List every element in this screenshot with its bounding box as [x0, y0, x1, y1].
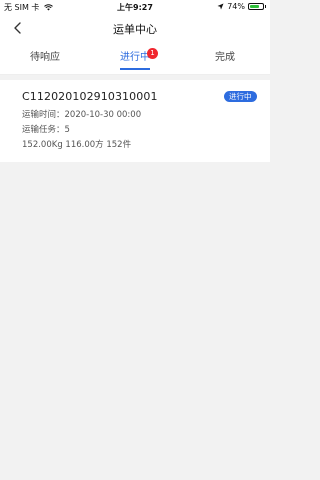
order-card[interactable]: C112020102910310001 进行中 运输时间：2020-10-30 …: [0, 80, 270, 162]
tab-pending[interactable]: 待响应: [0, 42, 90, 74]
location-arrow-icon: [217, 3, 224, 10]
tab-label: 待响应: [30, 52, 60, 63]
nav-bar: 运单中心: [0, 14, 270, 42]
status-right: 74%: [217, 2, 266, 11]
tab-label: 进行中: [120, 52, 150, 63]
tab-bar: 待响应 进行中 1 完成: [0, 42, 270, 75]
order-id: C112020102910310001: [22, 90, 158, 103]
transport-time: 运输时间：2020-10-30 00:00: [22, 110, 142, 120]
status-bar: 无 SIM 卡 上午9:27 74%: [0, 0, 270, 14]
tab-in-progress[interactable]: 进行中 1: [90, 42, 180, 74]
notification-badge: 1: [147, 48, 158, 59]
transport-tasks: 运输任务：5: [22, 125, 70, 135]
tab-completed[interactable]: 完成: [180, 42, 270, 74]
battery-cap: [265, 5, 266, 8]
tab-label: 完成: [215, 52, 235, 63]
page-title: 运单中心: [113, 23, 157, 36]
battery-fill: [250, 5, 259, 8]
cargo-summary: 152.00Kg 116.00方 152件: [22, 140, 132, 150]
battery-percent: 74%: [227, 2, 245, 11]
active-tab-indicator: [120, 68, 150, 70]
status-badge: 进行中: [224, 91, 257, 102]
battery-icon: [248, 3, 264, 10]
